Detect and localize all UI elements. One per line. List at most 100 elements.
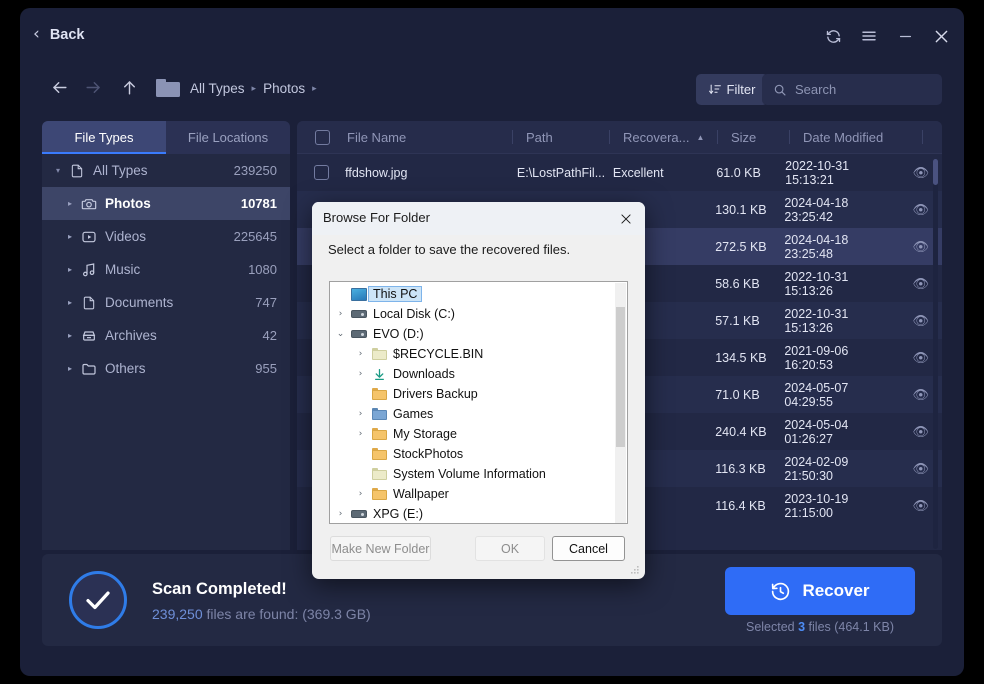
panel-tabs: File Types File Locations xyxy=(42,121,290,154)
folder-tree-item-my-storage[interactable]: › My Storage xyxy=(330,424,627,444)
back-chevron-icon: ‹ xyxy=(33,24,40,44)
recover-button[interactable]: Recover xyxy=(725,567,915,615)
folder-tree-item-stockphotos[interactable]: StockPhotos xyxy=(330,444,627,464)
column-header-recoverability[interactable]: Recovera... ▲ xyxy=(610,130,717,145)
folder-tree-item-label: This PC xyxy=(367,286,423,302)
tab-file-types-label: File Types xyxy=(74,130,134,145)
chevron-right-icon[interactable]: ▸ xyxy=(62,265,78,274)
cell-size: 58.6 KB xyxy=(715,276,760,291)
expander-icon[interactable]: › xyxy=(352,349,369,359)
cancel-button[interactable]: Cancel xyxy=(552,536,625,561)
resize-grip-icon[interactable] xyxy=(630,565,640,575)
folder-tree-item-label: Local Disk (C:) xyxy=(373,307,455,321)
tree-item-documents[interactable]: ▸ Documents 747 xyxy=(42,286,290,319)
file-type-tree: ▾ All Types 239250 ▸ Photos 10781 ▸ Vide… xyxy=(42,154,290,385)
dialog-close-icon[interactable] xyxy=(613,207,639,231)
folder-tree-item-label: EVO (D:) xyxy=(373,327,424,341)
folder-tree-item-label: Wallpaper xyxy=(393,487,449,501)
folder-tree-scrollbar[interactable] xyxy=(615,283,626,523)
download-icon xyxy=(369,368,389,381)
filter-button[interactable]: Filter xyxy=(696,74,768,105)
folder-tree-item-games[interactable]: › Games xyxy=(330,404,627,424)
select-all-checkbox[interactable] xyxy=(297,129,347,145)
filter-button-label: Filter xyxy=(726,82,756,97)
drive-icon xyxy=(349,330,369,338)
tree-item-music[interactable]: ▸ Music 1080 xyxy=(42,253,290,286)
tree-item-videos[interactable]: ▸ Videos 225645 xyxy=(42,220,290,253)
folder-tree-item-drivers-backup[interactable]: Drivers Backup xyxy=(330,384,627,404)
row-checkbox[interactable] xyxy=(297,165,345,180)
folder-icon xyxy=(78,361,100,377)
tab-file-locations[interactable]: File Locations xyxy=(166,121,290,154)
refresh-icon[interactable] xyxy=(818,22,848,50)
column-header-size[interactable]: Size xyxy=(718,130,789,145)
table-row[interactable]: ffdshow.jpg E:\LostPathFil... Excellent … xyxy=(297,154,942,191)
arrow-left-icon[interactable] xyxy=(42,70,76,104)
table-header: File Name Path Recovera... ▲ Size Date M… xyxy=(297,121,942,154)
selected-prefix: Selected xyxy=(745,620,799,634)
folder-icon xyxy=(369,388,389,400)
folder-tree-item-label: $RECYCLE.BIN xyxy=(393,347,484,361)
recover-button-label: Recover xyxy=(802,581,870,600)
breadcrumb-item-photos[interactable]: Photos xyxy=(263,81,305,96)
expander-down-icon[interactable]: ⌄ xyxy=(332,329,349,339)
sort-ascending-icon: ▲ xyxy=(696,132,705,142)
folder-tree-item-recycle-bin[interactable]: › $RECYCLE.BIN xyxy=(330,344,627,364)
tab-file-types[interactable]: File Types xyxy=(42,121,166,154)
chevron-right-icon[interactable]: ▸ xyxy=(62,298,78,307)
chevron-right-icon[interactable]: ▸ xyxy=(62,199,78,208)
folder-tree-item-wallpaper[interactable]: › Wallpaper xyxy=(330,484,627,504)
folder-tree-item-local-disk-c[interactable]: › Local Disk (C:) xyxy=(330,304,627,324)
cell-size: 134.5 KB xyxy=(715,350,767,365)
folder-tree-item-label: Drivers Backup xyxy=(393,387,478,401)
this-pc-icon xyxy=(349,287,369,301)
hamburger-menu-icon[interactable] xyxy=(854,22,884,50)
tree-item-archives[interactable]: ▸ Archives 42 xyxy=(42,319,290,352)
column-header-file-name[interactable]: File Name xyxy=(347,130,512,145)
folder-tree-item-downloads[interactable]: › Downloads xyxy=(330,364,627,384)
expander-icon[interactable]: › xyxy=(352,429,369,439)
folder-tree-item-this-pc[interactable]: This PC xyxy=(330,284,627,304)
cell-date-modified: 2024-05-07 04:29:55 xyxy=(784,380,849,409)
expander-icon[interactable]: › xyxy=(352,489,369,499)
expander-icon[interactable]: › xyxy=(332,309,349,319)
chevron-right-icon[interactable]: ▸ xyxy=(62,364,78,373)
tree-item-others[interactable]: ▸ Others 955 xyxy=(42,352,290,385)
column-header-path[interactable]: Path xyxy=(513,130,609,145)
back-button-label: Back xyxy=(49,26,85,43)
arrow-right-icon[interactable] xyxy=(76,70,110,104)
tree-item-count: 239250 xyxy=(233,163,277,178)
close-icon[interactable] xyxy=(926,22,956,50)
cell-date-modified: 2021-09-06 16:20:53 xyxy=(784,343,849,372)
back-button[interactable]: ‹ Back xyxy=(25,22,92,47)
scrollbar-thumb[interactable] xyxy=(616,307,625,447)
folder-tree-item-xpg-e[interactable]: › XPG (E:) xyxy=(330,504,627,523)
minimize-icon[interactable] xyxy=(890,22,920,50)
tree-item-photos[interactable]: ▸ Photos 10781 xyxy=(42,187,290,220)
cell-date-modified: 2024-04-18 23:25:48 xyxy=(784,232,849,261)
tree-item-all-types[interactable]: ▾ All Types 239250 xyxy=(42,154,290,187)
folder-tree-item-label: Downloads xyxy=(393,367,455,381)
cell-size: 116.4 KB xyxy=(715,498,766,513)
folder-tree-item-evo-d[interactable]: ⌄ EVO (D:) xyxy=(330,324,627,344)
tree-item-count: 747 xyxy=(255,295,277,310)
expander-icon[interactable]: › xyxy=(352,369,369,379)
folder-tree-item-system-volume-information[interactable]: System Volume Information xyxy=(330,464,627,484)
chevron-down-icon[interactable]: ▾ xyxy=(50,166,66,175)
expander-icon[interactable]: › xyxy=(352,409,369,419)
cell-date-modified: 2024-04-18 23:25:42 xyxy=(784,195,849,224)
breadcrumb-item-all-types[interactable]: All Types xyxy=(190,81,245,96)
chevron-right-icon[interactable]: ▸ xyxy=(62,232,78,241)
search-input[interactable]: Search xyxy=(762,74,942,105)
ok-button[interactable]: OK xyxy=(475,536,545,561)
chevron-right-icon[interactable]: ▸ xyxy=(62,331,78,340)
table-scrollbar[interactable] xyxy=(933,159,938,549)
arrow-up-icon[interactable] xyxy=(112,70,146,104)
drive-icon xyxy=(349,510,369,518)
column-header-date-modified[interactable]: Date Modified xyxy=(790,130,922,145)
scrollbar-thumb[interactable] xyxy=(933,159,938,185)
folder-tree[interactable]: This PC › Local Disk (C:) ⌄ EVO (D:) › $… xyxy=(329,281,628,524)
expander-icon[interactable]: › xyxy=(332,509,349,519)
make-new-folder-button[interactable]: Make New Folder xyxy=(330,536,431,561)
tree-item-label: Others xyxy=(105,361,146,376)
